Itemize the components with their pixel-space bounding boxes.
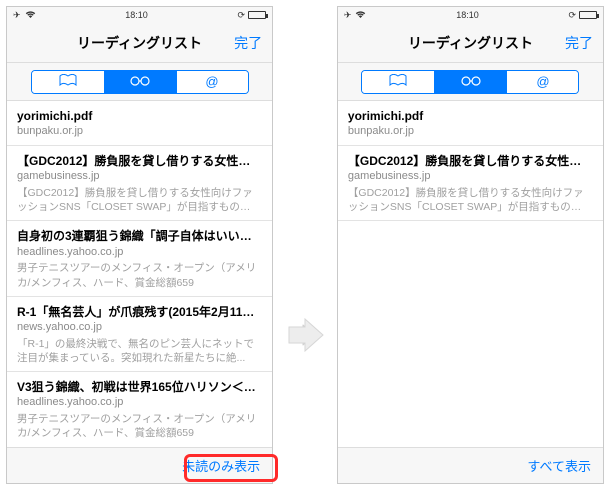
item-title: V3狙う錦織、初戦は世界165位ハリソン＜男子テ...: [17, 379, 262, 395]
list-item[interactable]: 自身初の3連覇狙う錦織「調子自体はいい感じ」 ...headlines.yaho…: [7, 221, 272, 296]
tab-bookmarks[interactable]: [362, 71, 434, 93]
orientation-lock-icon: ⟳: [568, 10, 576, 21]
item-domain: news.yahoo.co.jp: [17, 320, 262, 335]
item-domain: bunpaku.or.jp: [17, 124, 262, 139]
item-domain: gamebusiness.jp: [348, 169, 593, 184]
item-title: 【GDC2012】勝負服を貸し借りする女性向けフ...: [348, 153, 593, 169]
tab-reading-list[interactable]: [104, 71, 176, 93]
airplane-icon: ✈: [344, 10, 352, 21]
item-desc: 【GDC2012】勝負服を貸し借りする女性向けファッションSNS「CLOSET …: [348, 186, 593, 214]
tab-reading-list[interactable]: [434, 71, 506, 93]
glasses-icon: [129, 73, 151, 91]
list-item[interactable]: 【GDC2012】勝負服を貸し借りする女性向けフ...gamebusiness.…: [338, 146, 603, 221]
tab-bookmarks[interactable]: [32, 71, 104, 93]
item-title: R-1「無名芸人」が爪痕残す(2015年2月11日(水)...: [17, 304, 262, 320]
segmented-control: @: [361, 70, 579, 94]
orientation-lock-icon: ⟳: [238, 10, 246, 21]
segmented-control-bar: @: [338, 63, 603, 101]
at-icon: @: [205, 74, 218, 89]
list-item[interactable]: yorimichi.pdfbunpaku.or.jp: [338, 101, 603, 146]
item-title: yorimichi.pdf: [348, 108, 593, 124]
at-icon: @: [536, 74, 549, 89]
page-title: リーディングリスト: [408, 33, 533, 53]
airplane-icon: ✈: [13, 10, 21, 21]
item-desc: 男子テニスツアーのメンフィス・オープン（アメリカ/メンフィス、ハード、賞金総額6…: [17, 412, 262, 440]
item-desc: 【GDC2012】勝負服を貸し借りする女性向けファッションSNS「CLOSET …: [17, 186, 262, 214]
tab-shared-links[interactable]: @: [176, 71, 248, 93]
item-domain: gamebusiness.jp: [17, 169, 262, 184]
show-unread-button[interactable]: 未読のみ表示: [182, 456, 260, 475]
book-icon: [59, 73, 77, 91]
item-title: 自身初の3連覇狙う錦織「調子自体はいい感じ」 ...: [17, 228, 262, 244]
list-item[interactable]: R-1「無名芸人」が爪痕残す(2015年2月11日(水)...news.yaho…: [7, 297, 272, 372]
page-title: リーディングリスト: [77, 33, 202, 53]
reading-list: yorimichi.pdfbunpaku.or.jp【GDC2012】勝負服を貸…: [7, 101, 272, 447]
reading-list: yorimichi.pdfbunpaku.or.jp【GDC2012】勝負服を貸…: [338, 101, 603, 447]
clock: 18:10: [456, 10, 479, 20]
item-title: yorimichi.pdf: [17, 108, 262, 124]
done-button[interactable]: 完了: [565, 33, 593, 53]
item-desc: 男子テニスツアーのメンフィス・オープン（アメリカ/メンフィス、ハード、賞金総額6…: [17, 261, 262, 289]
status-bar: ✈ 18:10 ⟳: [7, 7, 272, 23]
book-icon: [389, 73, 407, 91]
item-domain: headlines.yahoo.co.jp: [17, 245, 262, 260]
toolbar: 未読のみ表示: [7, 447, 272, 483]
battery-icon: [579, 11, 597, 19]
list-item[interactable]: 【GDC2012】勝負服を貸し借りする女性向けフ...gamebusiness.…: [7, 146, 272, 221]
item-title: 【GDC2012】勝負服を貸し借りする女性向けフ...: [17, 153, 262, 169]
wifi-icon: [25, 10, 36, 20]
glasses-icon: [460, 73, 482, 91]
phone-right: ✈ 18:10 ⟳ リーディングリスト 完了: [337, 6, 604, 484]
nav-bar: リーディングリスト 完了: [338, 23, 603, 63]
list-item[interactable]: yorimichi.pdfbunpaku.or.jp: [7, 101, 272, 146]
list-item[interactable]: V3狙う錦織、初戦は世界165位ハリソン＜男子テ...headlines.yah…: [7, 372, 272, 447]
tab-shared-links[interactable]: @: [506, 71, 578, 93]
toolbar: すべて表示: [338, 447, 603, 483]
wifi-icon: [355, 10, 366, 20]
arrow-icon: [283, 313, 327, 357]
battery-icon: [248, 11, 266, 19]
clock: 18:10: [125, 10, 148, 20]
show-all-button[interactable]: すべて表示: [527, 456, 591, 475]
nav-bar: リーディングリスト 完了: [7, 23, 272, 63]
segmented-control-bar: @: [7, 63, 272, 101]
done-button[interactable]: 完了: [234, 33, 262, 53]
phone-left: ✈ 18:10 ⟳ リーディングリスト 完了: [6, 6, 273, 484]
item-domain: headlines.yahoo.co.jp: [17, 395, 262, 410]
item-desc: 「R-1」の最終決戦で、無名のピン芸人にネットで注目が集まっている。突如現れた新…: [17, 337, 262, 365]
segmented-control: @: [31, 70, 249, 94]
item-domain: bunpaku.or.jp: [348, 124, 593, 139]
status-bar: ✈ 18:10 ⟳: [338, 7, 603, 23]
